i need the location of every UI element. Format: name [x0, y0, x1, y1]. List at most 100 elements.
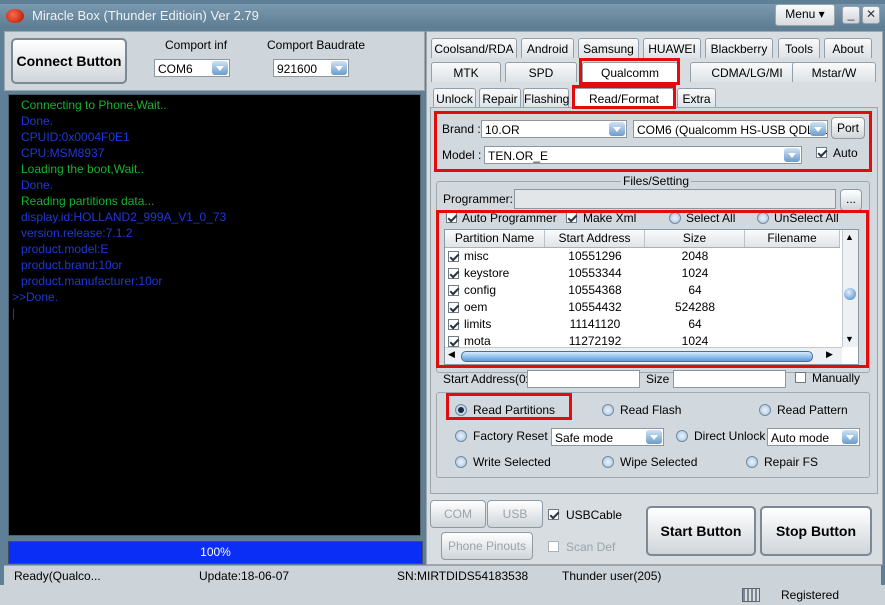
connect-button[interactable]: Connect Button [11, 38, 127, 84]
tab-extra[interactable]: Extra [677, 88, 716, 108]
column-header[interactable]: Filename [745, 230, 840, 247]
phone-pinouts-button[interactable]: Phone Pinouts [441, 532, 533, 560]
tab-unlock[interactable]: Unlock [433, 88, 476, 108]
tab-android[interactable]: Android [521, 38, 574, 58]
factory-reset-radio[interactable] [455, 430, 467, 442]
table-row[interactable]: oem 10554432 524288 [445, 299, 840, 316]
scan-def-checkbox[interactable] [548, 541, 559, 552]
table-row[interactable]: limits 11141120 64 [445, 316, 840, 333]
tab-flashing[interactable]: Flashing [523, 88, 569, 108]
minimize-icon: _ [847, 7, 855, 21]
column-header[interactable]: Partition Name [445, 230, 545, 247]
partition-table-header: Partition Name Start Address Size Filename [445, 230, 840, 248]
tab-mstar-w[interactable]: Mstar/W [792, 62, 876, 82]
comport-select[interactable]: COM6 [154, 59, 230, 77]
select-all-radio[interactable] [669, 212, 681, 224]
read-pattern-radio[interactable] [759, 404, 771, 416]
dropdown-arrow-icon [646, 430, 662, 444]
usb-scan-button[interactable]: USB Scan [487, 500, 543, 547]
com-scan-button[interactable]: COM Scan [430, 500, 486, 547]
usb-cable-checkbox[interactable] [548, 509, 559, 520]
auto-programmer-checkbox[interactable] [446, 212, 457, 223]
tab-mtk[interactable]: MTK [431, 62, 501, 82]
start-button[interactable]: Start Button [646, 506, 756, 556]
tab-about[interactable]: About [824, 38, 872, 58]
table-row[interactable]: misc 10551296 2048 [445, 248, 840, 265]
partition-checkbox[interactable] [448, 319, 459, 330]
menu-button[interactable]: Menu ▾ [775, 4, 835, 26]
factory-reset-label: Factory Reset [473, 429, 548, 443]
port-select[interactable]: COM6 (Qualcomm HS-USB QDLoad [633, 120, 828, 138]
scroll-right-icon[interactable]: ▶ [826, 349, 833, 360]
usb-cable-label: USBCable [566, 508, 623, 522]
tab-tools[interactable]: Tools [778, 38, 820, 58]
port-button[interactable]: Port [831, 117, 865, 139]
size-input[interactable] [673, 370, 786, 388]
column-header[interactable]: Size [645, 230, 745, 247]
baud-select[interactable]: 921600 [273, 59, 349, 77]
tab-cdma-lg-mi[interactable]: CDMA/LG/MI [690, 62, 804, 82]
programmer-field[interactable] [514, 189, 836, 209]
partition-checkbox[interactable] [448, 336, 459, 347]
repair-fs-radio[interactable] [746, 456, 758, 468]
vertical-scrollbar[interactable]: ▲ ▼ [842, 230, 858, 347]
registered-label: Registered [781, 588, 840, 602]
programmer-label: Programmer: [443, 192, 514, 206]
console-line: Done. [21, 178, 54, 192]
write-selected-radio[interactable] [455, 456, 467, 468]
partition-checkbox[interactable] [448, 285, 459, 296]
log-console[interactable]: Connecting to Phone,Wait.. Done. CPUID:0x0… [8, 94, 421, 536]
partition-checkbox[interactable] [448, 251, 459, 262]
model-select[interactable]: TEN.OR_E [484, 146, 802, 164]
tab-repair[interactable]: Repair [479, 88, 521, 108]
hscroll-thumb[interactable] [461, 351, 813, 362]
tab-huawei[interactable]: HUAWEI [643, 38, 701, 58]
auto-checkbox[interactable] [816, 147, 827, 158]
console-line: display.id:HOLLAND2_999A_V1_0_73 [21, 210, 227, 224]
console-line: Loading the boot,Wait.. [21, 162, 144, 176]
tab-blackberry[interactable]: Blackberry [705, 38, 773, 58]
start-address-label: Start Address(0x) [443, 372, 536, 386]
read-partitions-radio[interactable] [455, 404, 467, 416]
model-label: Model : [442, 148, 482, 162]
dropdown-arrow-icon [842, 430, 858, 444]
partition-name: config [464, 283, 497, 297]
reset-mode-select[interactable]: Safe mode [551, 428, 664, 446]
partition-start: 10551296 [568, 249, 622, 263]
column-header[interactable]: Start Address [545, 230, 645, 247]
scroll-left-icon[interactable]: ◀ [448, 349, 455, 360]
tab-spd[interactable]: SPD [505, 62, 577, 82]
programmer-browse-button[interactable]: ... [840, 189, 862, 211]
partition-size: 1024 [681, 266, 709, 280]
console-line: product.brand:10or [21, 258, 123, 272]
unlock-mode-select[interactable]: Auto mode [767, 428, 860, 446]
console-line: Reading partitions data... [21, 194, 155, 208]
wipe-selected-radio[interactable] [602, 456, 614, 468]
close-button[interactable]: ✕ [862, 6, 880, 24]
partition-size: 64 [688, 317, 702, 331]
tab-qualcomm[interactable]: Qualcomm [582, 62, 678, 82]
partition-checkbox[interactable] [448, 302, 459, 313]
minimize-button[interactable]: _ [842, 6, 860, 24]
status-bar: Ready(Qualco... Update:18-06-07 SN:MIRTD… [4, 565, 881, 586]
brand-select[interactable]: 10.OR [481, 120, 627, 138]
read-flash-radio[interactable] [602, 404, 614, 416]
stop-button[interactable]: Stop Button [760, 506, 872, 556]
unselect-all-radio[interactable] [757, 212, 769, 224]
scroll-up-icon[interactable]: ▲ [845, 232, 854, 242]
tab-samsung[interactable]: Samsung [578, 38, 639, 58]
read-partitions-label: Read Partitions [473, 403, 556, 417]
tab-read-format-flash[interactable]: Read/Format Flash [574, 88, 674, 126]
scroll-thumb[interactable] [844, 288, 856, 300]
horizontal-scrollbar[interactable]: ◀ ▶ [445, 347, 842, 364]
table-row[interactable]: keystore 10553344 1024 [445, 265, 840, 282]
tab-coolsand-rda[interactable]: Coolsand/RDA [431, 38, 517, 58]
direct-unlock-radio[interactable] [676, 430, 688, 442]
manually-checkbox[interactable] [795, 372, 806, 383]
scroll-down-icon[interactable]: ▼ [845, 334, 854, 344]
manually-label: Manually [812, 371, 861, 385]
partition-checkbox[interactable] [448, 268, 459, 279]
table-row[interactable]: config 10554368 64 [445, 282, 840, 299]
make-xml-checkbox[interactable] [566, 212, 577, 223]
start-address-input[interactable] [527, 370, 640, 388]
